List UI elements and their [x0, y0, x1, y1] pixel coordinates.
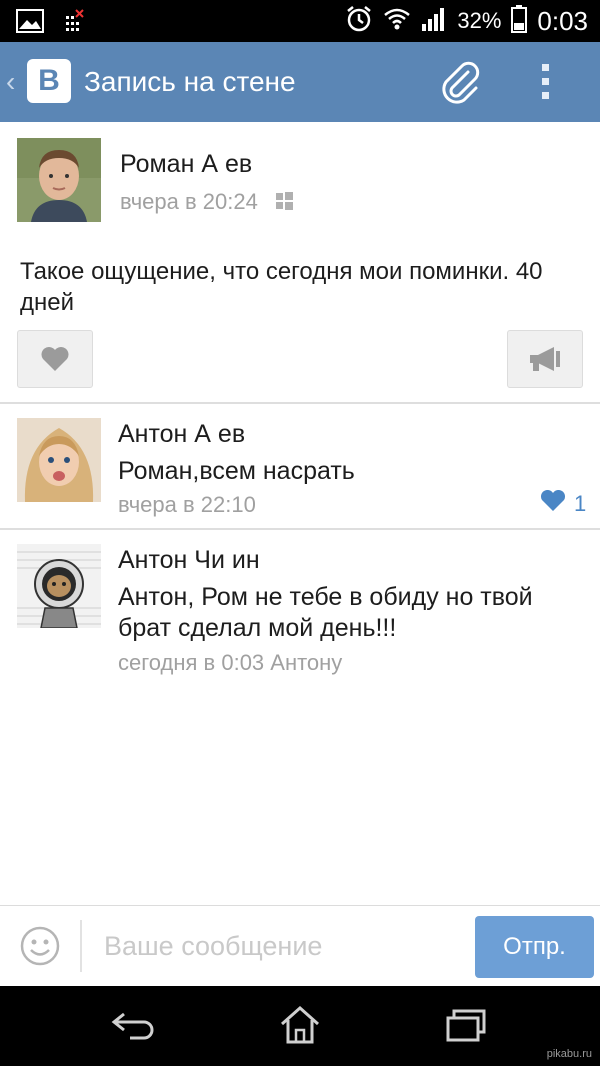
image-icon [16, 9, 44, 38]
message-input[interactable] [104, 924, 464, 968]
app-header: ‹ В Запись на стене [0, 42, 600, 122]
post-time: вчера в 20:24 [120, 189, 258, 214]
comment-time: сегодня в 0:03 Антону [118, 650, 343, 675]
vk-logo[interactable]: В [27, 59, 71, 103]
battery-percent: 32% [457, 8, 502, 33]
nav-home-icon[interactable] [280, 1005, 320, 1049]
heart-icon [540, 489, 566, 518]
comment-text: Антон, Ром не тебе в обиду но твой брат … [118, 583, 533, 642]
comment-item: Антон А ев Роман,всем насрать вчера в 22… [0, 404, 600, 530]
sim-error-icon [64, 8, 86, 39]
share-button[interactable] [507, 330, 583, 388]
status-bar-system: 32% 0:03 [345, 4, 588, 38]
comment-author[interactable]: Антон А ев [118, 420, 245, 449]
nav-recents-icon[interactable] [446, 1008, 486, 1047]
comment-text: Роман,всем насрать [118, 457, 355, 485]
signal-icon [421, 6, 447, 37]
windows-icon [275, 192, 293, 215]
send-button[interactable]: Отпр. [475, 916, 594, 978]
smiley-icon[interactable] [20, 926, 60, 971]
alarm-icon [345, 5, 373, 38]
nav-back-icon[interactable] [110, 1010, 154, 1045]
more-vertical-icon[interactable] [540, 62, 552, 107]
comment-author[interactable]: Антон Чи ин [118, 546, 260, 575]
like-count: 1 [574, 491, 587, 516]
comment-item: Антон Чи ин Антон, Ром не тебе в обиду н… [0, 530, 600, 690]
comment-like-button[interactable]: 1 [540, 489, 587, 518]
like-button[interactable] [17, 330, 93, 388]
message-composer: Отпр. [0, 905, 600, 986]
avatar[interactable] [17, 544, 101, 628]
watermark: pikabu.ru [546, 1048, 592, 1060]
input-divider [80, 920, 82, 972]
battery-icon [511, 4, 528, 38]
post-text: Такое ощущение, что сегодня мои поминки.… [20, 258, 543, 316]
avatar[interactable] [17, 418, 101, 502]
status-bar-notifications [16, 8, 86, 39]
status-time: 0:03 [537, 5, 588, 36]
wall-post: Роман А ев вчера в 20:24 Такое ощущение,… [0, 122, 600, 404]
page-title: Запись на стене [84, 66, 296, 97]
paperclip-icon[interactable] [436, 58, 484, 111]
avatar[interactable] [17, 138, 101, 222]
wifi-icon [383, 7, 411, 36]
status-bar: 32% 0:03 [0, 0, 600, 42]
back-chevron-icon[interactable]: ‹ [6, 66, 15, 98]
comment-time: вчера в 22:10 [118, 492, 256, 517]
post-author[interactable]: Роман А ев [120, 150, 252, 179]
system-nav-bar: pikabu.ru [0, 986, 600, 1066]
